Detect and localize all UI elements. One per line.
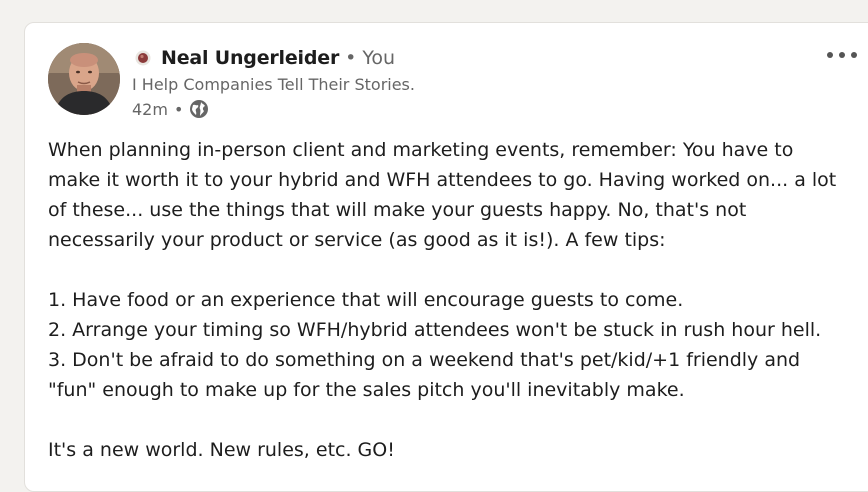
post-timestamp: 42m bbox=[132, 99, 168, 119]
more-horizontal-icon bbox=[827, 52, 857, 58]
post-body-line: When planning in-person client and marke… bbox=[48, 139, 794, 161]
connection-separator: • bbox=[345, 47, 357, 69]
post-body-line: of these... use the things that will mak… bbox=[48, 199, 747, 221]
post-body-line: necessarily your product or service (as … bbox=[48, 229, 666, 251]
post-card: Neal Ungerleider • You I Help Companies … bbox=[24, 22, 868, 492]
post-body-line: "fun" enough to make up for the sales pi… bbox=[48, 379, 685, 401]
post-body-line: It's a new world. New rules, etc. GO! bbox=[48, 439, 395, 461]
author-line: Neal Ungerleider • You bbox=[135, 45, 395, 71]
globe-icon bbox=[189, 99, 209, 119]
post-body: When planning in-person client and marke… bbox=[48, 135, 848, 465]
post-body-line: 1. Have food or an experience that will … bbox=[48, 289, 684, 311]
author-headline: I Help Companies Tell Their Stories. bbox=[132, 75, 415, 94]
author-name[interactable]: Neal Ungerleider bbox=[161, 47, 339, 69]
post-body-line: make it worth it to your hybrid and WFH … bbox=[48, 169, 837, 191]
post-body-blank-line bbox=[48, 255, 848, 285]
post-meta: 42m • bbox=[132, 98, 209, 120]
post-body-blank-line bbox=[48, 405, 848, 435]
post-body-line: 3. Don't be afraid to do something on a … bbox=[48, 349, 801, 371]
more-options-button[interactable] bbox=[822, 41, 862, 69]
post-body-line: 2. Arrange your timing so WFH/hybrid att… bbox=[48, 319, 822, 341]
author-avatar[interactable] bbox=[48, 43, 120, 115]
meta-separator: • bbox=[173, 99, 184, 119]
connection-degree: You bbox=[362, 47, 396, 69]
status-badge-icon bbox=[135, 50, 151, 66]
